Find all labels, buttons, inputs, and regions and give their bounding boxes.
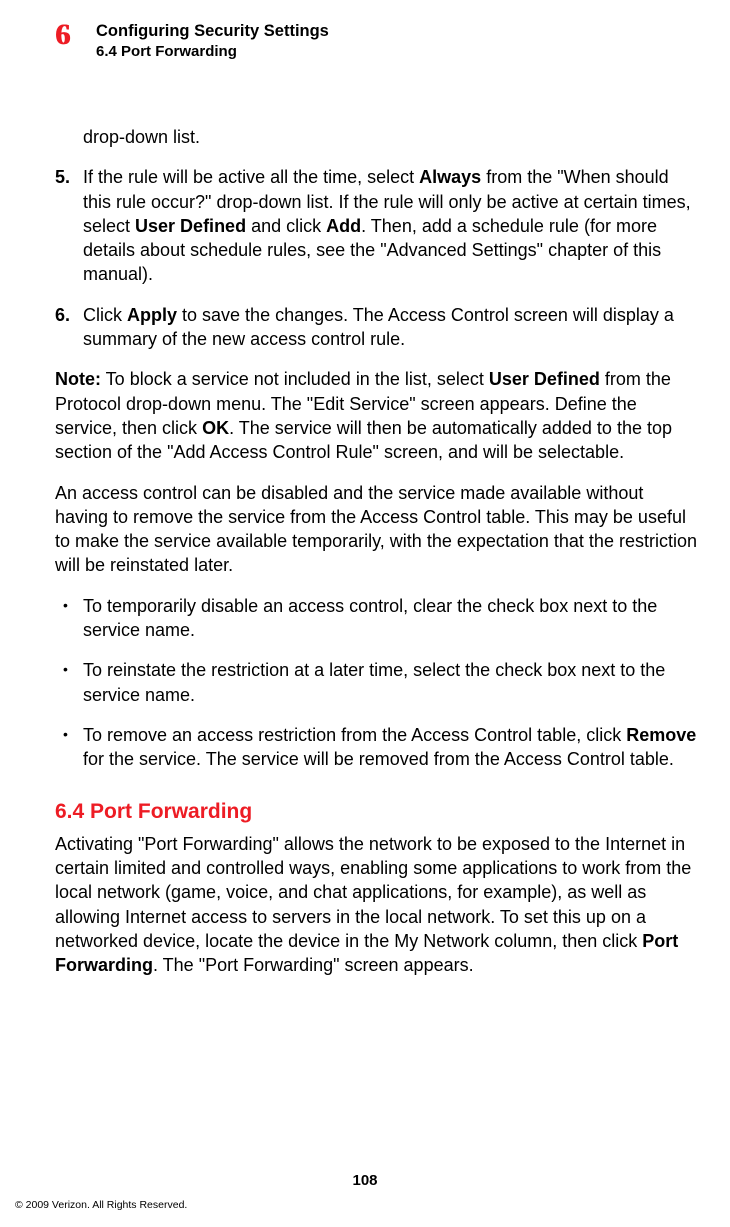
text: To remove an access restriction from the… [83,725,626,745]
bullet-body: To reinstate the restriction at a later … [83,658,698,707]
bullet-body: To remove an access restriction from the… [83,723,698,772]
text: and click [246,216,326,236]
page-number: 108 [0,1171,730,1191]
bold: Add [326,216,361,236]
step-number: 5. [55,165,83,286]
disable-paragraph: An access control can be disabled and th… [55,481,698,578]
copyright: © 2009 Verizon. All Rights Reserved. [15,1198,187,1212]
text: . The "Port Forwarding" screen appears. [153,955,474,975]
note-paragraph: Note: To block a service not included in… [55,367,698,464]
step-number: 6. [55,303,83,352]
step-6: 6. Click Apply to save the changes. The … [55,303,698,352]
document-page: 6 Configuring Security Settings 6.4 Port… [0,0,730,1227]
text: If the rule will be active all the time,… [83,167,419,187]
text: for the service. The service will be rem… [83,749,674,769]
step-5: 5. If the rule will be active all the ti… [55,165,698,286]
bullet-icon: • [63,658,83,707]
bold: Remove [626,725,696,745]
bullet-item: • To temporarily disable an access contr… [63,594,698,643]
bullet-item: • To reinstate the restriction at a late… [63,658,698,707]
chapter-number: 6 [55,20,89,50]
bold: User Defined [489,369,600,389]
note-label: Note: [55,369,101,389]
bold: Apply [127,305,177,325]
bold: Always [419,167,481,187]
content-area: drop-down list. 5. If the rule will be a… [55,125,698,994]
section-label: 6.4 Port Forwarding [96,42,329,62]
header-text-block: Configuring Security Settings 6.4 Port F… [96,20,329,63]
step-body: Click Apply to save the changes. The Acc… [83,303,698,352]
chapter-title: Configuring Security Settings [96,20,329,42]
continuation-fragment: drop-down list. [83,125,698,149]
text: To temporarily disable an access control… [83,596,657,640]
bullet-icon: • [63,723,83,772]
text: To block a service not included in the l… [101,369,489,389]
bullet-icon: • [63,594,83,643]
bold: User Defined [135,216,246,236]
text: Activating "Port Forwarding" allows the … [55,834,691,951]
step-body: If the rule will be active all the time,… [83,165,698,286]
bullet-body: To temporarily disable an access control… [83,594,698,643]
bold: OK [202,418,229,438]
bullet-item: • To remove an access restriction from t… [63,723,698,772]
text: To reinstate the restriction at a later … [83,660,665,704]
text: Click [83,305,127,325]
page-header: 6 Configuring Security Settings 6.4 Port… [55,20,690,63]
section-intro: Activating "Port Forwarding" allows the … [55,832,698,978]
section-heading: 6.4 Port Forwarding [55,798,698,826]
